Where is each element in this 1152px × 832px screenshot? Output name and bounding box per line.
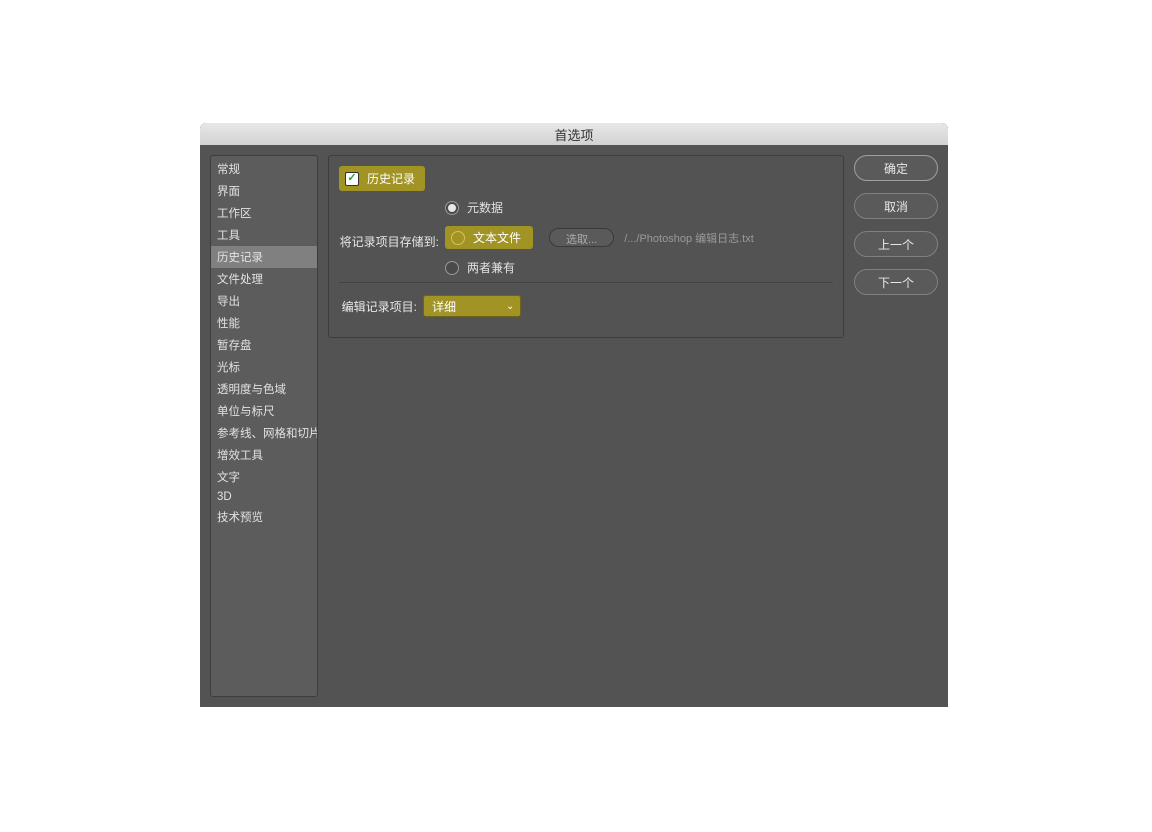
edit-items-label: 编辑记录项目:	[339, 298, 417, 315]
sidebar-item-interface[interactable]: 界面	[211, 180, 317, 202]
next-button[interactable]: 下一个	[854, 269, 938, 295]
dialog-title: 首选项	[554, 125, 593, 144]
sidebar-item-label: 参考线、网格和切片	[217, 428, 318, 440]
check-icon: ✓	[345, 172, 359, 186]
sidebar-item-scratch[interactable]: 暂存盘	[211, 334, 317, 356]
sidebar-item-label: 界面	[217, 186, 240, 198]
sidebar-item-type[interactable]: 文字	[211, 466, 317, 488]
sidebar-item-history-log[interactable]: 历史记录	[211, 246, 317, 268]
edit-items-value: 详细	[432, 298, 456, 315]
chevron-down-icon: ⌄	[506, 301, 514, 312]
sidebar-item-workspace[interactable]: 工作区	[211, 202, 317, 224]
sidebar-item-label: 增效工具	[217, 450, 263, 462]
radio-textfile[interactable]: 文本文件	[445, 226, 533, 249]
sidebar-item-units[interactable]: 单位与标尺	[211, 400, 317, 422]
sidebar-item-3d[interactable]: 3D	[211, 488, 317, 506]
sidebar-item-label: 3D	[217, 491, 232, 503]
preferences-dialog: 首选项 常规 界面 工作区 工具 历史记录 文件处理 导出 性能 暂存盘 光标 …	[200, 123, 948, 707]
edit-items-select[interactable]: 详细 ⌄	[423, 295, 521, 317]
sidebar-item-label: 工具	[217, 230, 240, 242]
history-log-checkbox[interactable]: ✓ 历史记录	[339, 166, 425, 191]
radio-both-label: 两者兼有	[467, 259, 515, 276]
ok-button[interactable]: 确定	[854, 155, 938, 181]
sidebar-item-tech-preview[interactable]: 技术预览	[211, 506, 317, 528]
sidebar-item-tools[interactable]: 工具	[211, 224, 317, 246]
log-path: /.../Photoshop 编辑日志.txt	[624, 230, 754, 246]
radio-textfile-label: 文本文件	[473, 229, 521, 246]
sidebar-item-label: 文字	[217, 472, 240, 484]
prev-button[interactable]: 上一个	[854, 231, 938, 257]
choose-button[interactable]: 选取...	[549, 228, 614, 247]
history-log-checkbox-label: 历史记录	[367, 170, 415, 187]
sidebar-item-label: 历史记录	[217, 252, 263, 264]
radio-icon	[451, 231, 465, 245]
sidebar-item-export[interactable]: 导出	[211, 290, 317, 312]
radio-both[interactable]: 两者兼有	[445, 259, 754, 276]
sidebar-item-cursors[interactable]: 光标	[211, 356, 317, 378]
sidebar-item-label: 常规	[217, 164, 240, 176]
save-to-label: 将记录项目存储到:	[339, 199, 439, 250]
sidebar-item-label: 性能	[217, 318, 240, 330]
sidebar-item-transparency[interactable]: 透明度与色域	[211, 378, 317, 400]
sidebar-item-file-handling[interactable]: 文件处理	[211, 268, 317, 290]
dialog-titlebar: 首选项	[200, 123, 948, 145]
sidebar-item-label: 透明度与色域	[217, 384, 286, 396]
radio-icon	[445, 201, 459, 215]
radio-metadata[interactable]: 元数据	[445, 199, 754, 216]
sidebar-item-label: 单位与标尺	[217, 406, 275, 418]
sidebar-item-general[interactable]: 常规	[211, 158, 317, 180]
sidebar-item-label: 导出	[217, 296, 240, 308]
category-sidebar: 常规 界面 工作区 工具 历史记录 文件处理 导出 性能 暂存盘 光标 透明度与…	[210, 155, 318, 697]
divider	[339, 282, 833, 283]
sidebar-item-label: 暂存盘	[217, 340, 252, 352]
radio-icon	[445, 261, 459, 275]
cancel-button[interactable]: 取消	[854, 193, 938, 219]
sidebar-item-label: 技术预览	[217, 512, 263, 524]
button-column: 确定 取消 上一个 下一个	[854, 155, 938, 697]
sidebar-item-plugins[interactable]: 增效工具	[211, 444, 317, 466]
sidebar-item-label: 文件处理	[217, 274, 263, 286]
sidebar-item-label: 光标	[217, 362, 240, 374]
history-log-panel: ✓ 历史记录 将记录项目存储到: 元数据	[328, 155, 844, 338]
radio-metadata-label: 元数据	[467, 199, 503, 216]
sidebar-item-performance[interactable]: 性能	[211, 312, 317, 334]
sidebar-item-guides[interactable]: 参考线、网格和切片	[211, 422, 317, 444]
sidebar-item-label: 工作区	[217, 208, 252, 220]
